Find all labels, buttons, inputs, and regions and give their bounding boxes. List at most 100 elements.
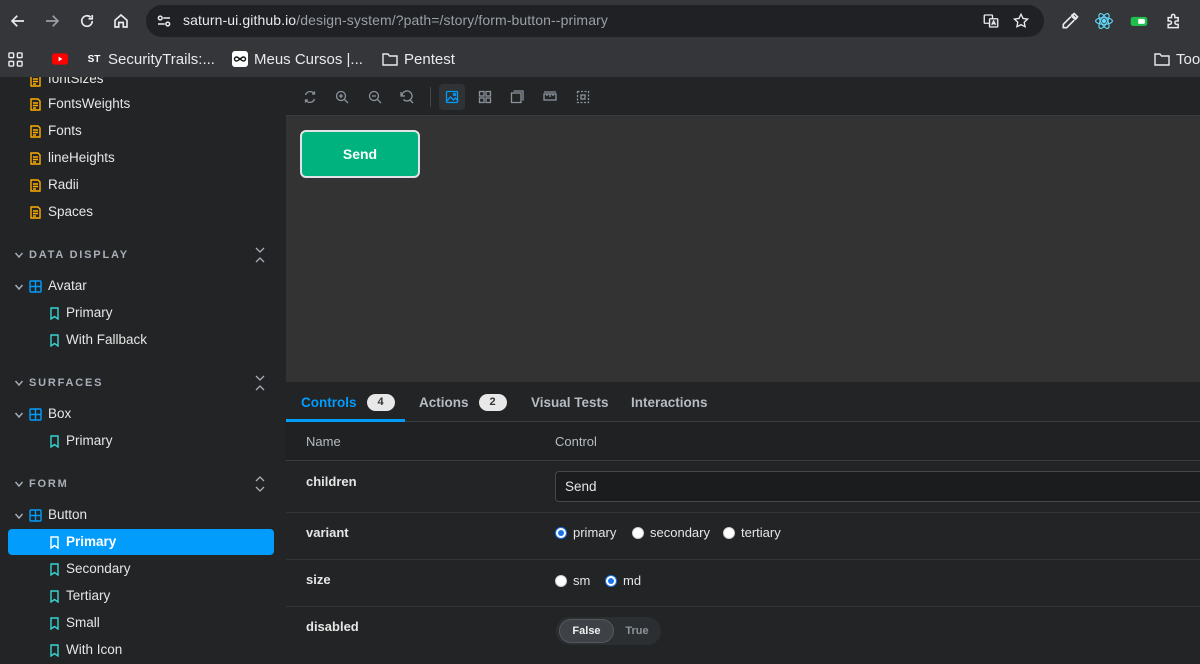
story-preview (286, 116, 1200, 382)
bookmark-icon (50, 644, 59, 657)
browser-chrome: saturn-ui.github.io/design-system/?path=… (0, 0, 1200, 111)
bookmark-folder-other[interactable]: Too (1154, 48, 1200, 70)
radio-size-sm[interactable]: sm (555, 573, 590, 588)
radio-variant-primary[interactable]: primary (555, 525, 616, 540)
sidebar-item-radii[interactable]: Radii (0, 172, 286, 198)
radio-variant-tertiary[interactable]: tertiary (723, 525, 781, 540)
address-bar[interactable]: saturn-ui.github.io/design-system/?path=… (146, 5, 1044, 37)
zoom-out-icon[interactable] (362, 84, 388, 110)
bookmark-youtube[interactable] (52, 48, 68, 70)
measure-icon[interactable] (537, 84, 563, 110)
bookmarks-bar: ST SecurityTrails:... Meus Cursos |... P… (0, 42, 1200, 111)
bookmark-securitytrails[interactable]: ST SecurityTrails:... (86, 48, 215, 70)
section-form[interactable]: FORM (0, 474, 286, 496)
toggle-option-false[interactable]: False (559, 619, 614, 643)
browser-toolbar: saturn-ui.github.io/design-system/?path=… (0, 0, 1200, 42)
radio-button[interactable] (555, 526, 567, 539)
sidebar-item-box[interactable]: Box (0, 401, 286, 427)
sidebar-item-button-secondary[interactable]: Secondary (0, 556, 286, 582)
children-text-input[interactable]: Send (555, 471, 1200, 502)
sidebar-item-fontsweights[interactable]: FontsWeights (0, 91, 286, 117)
control-name: size (306, 572, 331, 587)
chevron-down-icon (14, 412, 24, 419)
tab-visual-tests[interactable]: Visual Tests (531, 382, 609, 422)
sidebar-item-label: Primary (66, 305, 113, 320)
chevron-down-icon (14, 380, 24, 387)
component-icon (29, 280, 42, 293)
bookmark-label: Meus Cursos |... (254, 50, 363, 68)
sidebar-item-button-primary[interactable]: Primary (8, 529, 274, 555)
eyedropper-icon[interactable] (1060, 11, 1080, 31)
radio-button[interactable] (632, 526, 644, 539)
sidebar-item-button-tertiary[interactable]: Tertiary (0, 583, 286, 609)
document-icon (30, 77, 41, 87)
sidebar-item-button-with-icon[interactable]: With Icon (0, 637, 286, 663)
zoom-in-icon[interactable] (329, 84, 355, 110)
site-info-icon[interactable] (155, 12, 173, 30)
chevron-down-icon (14, 284, 24, 291)
bookmark-meus-cursos[interactable]: Meus Cursos |... (232, 48, 363, 70)
collapse-all-icon[interactable] (254, 373, 266, 393)
radio-size-md[interactable]: md (605, 573, 641, 588)
background-image-icon[interactable] (439, 84, 465, 110)
sidebar-item-avatar-primary[interactable]: Primary (0, 300, 286, 326)
toggle-option-true[interactable]: True (616, 619, 658, 643)
forward-icon[interactable] (40, 9, 64, 33)
tab-actions[interactable]: Actions 2 (419, 382, 507, 422)
react-devtools-icon[interactable] (1094, 11, 1114, 31)
tab-label: Interactions (631, 394, 708, 410)
outline-icon[interactable] (570, 84, 596, 110)
sidebar-item-avatar-with-fallback[interactable]: With Fallback (0, 327, 286, 353)
infinity-icon (232, 51, 248, 67)
tab-badge: 4 (366, 393, 395, 411)
radio-button[interactable] (605, 574, 617, 587)
storybook-sidebar: fontSizes FontsWeights Fonts lineHeights… (0, 77, 286, 664)
collapse-all-icon[interactable] (254, 245, 266, 265)
expand-all-icon[interactable] (254, 474, 266, 494)
bookmark-folder-pentest[interactable]: Pentest (382, 48, 455, 70)
sidebar-item-label: Spaces (48, 204, 94, 219)
sidebar-item-spaces[interactable]: Spaces (0, 199, 286, 225)
tab-interactions[interactable]: Interactions (631, 382, 708, 422)
tab-label: Visual Tests (531, 394, 609, 410)
section-surfaces[interactable]: SURFACES (0, 373, 286, 395)
sidebar-item-button-small[interactable]: Small (0, 610, 286, 636)
viewport-icon[interactable] (504, 84, 530, 110)
zoom-reset-icon[interactable] (394, 84, 420, 110)
url-text[interactable]: saturn-ui.github.io/design-system/?path=… (183, 12, 608, 28)
section-data-display[interactable]: DATA DISPLAY (0, 245, 286, 267)
sidebar-item-fonts[interactable]: Fonts (0, 118, 286, 144)
sidebar-item-button[interactable]: Button (0, 502, 286, 528)
column-header-name: Name (306, 434, 341, 449)
radio-button[interactable] (555, 574, 567, 587)
toolbar-divider (430, 87, 431, 107)
sidebar-item-box-primary[interactable]: Primary (0, 428, 286, 454)
remount-icon[interactable] (297, 84, 323, 110)
tab-badge: 2 (478, 393, 507, 411)
sidebar-item-lineheights[interactable]: lineHeights (0, 145, 286, 171)
tab-label: Actions (419, 394, 469, 410)
control-row-disabled: disabled (286, 607, 1200, 664)
send-button[interactable]: Send (300, 130, 420, 178)
grid-icon[interactable] (472, 84, 498, 110)
sidebar-item-avatar[interactable]: Avatar (0, 273, 286, 299)
home-icon[interactable] (109, 9, 133, 33)
canvas-toolbar (286, 77, 1200, 116)
sidebar-item-label: FontsWeights (48, 96, 131, 111)
sidebar-item-label: Tertiary (66, 588, 111, 603)
apps-grid-icon[interactable] (8, 48, 23, 70)
extensions-puzzle-icon[interactable] (1164, 11, 1184, 31)
sidebar-item-label: Box (48, 406, 72, 421)
reload-icon[interactable] (75, 9, 99, 33)
tab-controls[interactable]: Controls 4 (301, 382, 395, 422)
radio-variant-secondary[interactable]: secondary (632, 525, 710, 540)
sidebar-item-label: Secondary (66, 561, 131, 576)
control-name: children (306, 474, 357, 489)
sidebar-item-label: Avatar (48, 278, 87, 293)
back-icon[interactable] (6, 9, 30, 33)
folder-icon (1154, 51, 1170, 67)
star-icon[interactable] (1012, 12, 1030, 30)
radio-button[interactable] (723, 526, 735, 539)
extension-toggle-icon[interactable] (1129, 11, 1149, 31)
translate-icon[interactable] (982, 12, 1000, 30)
